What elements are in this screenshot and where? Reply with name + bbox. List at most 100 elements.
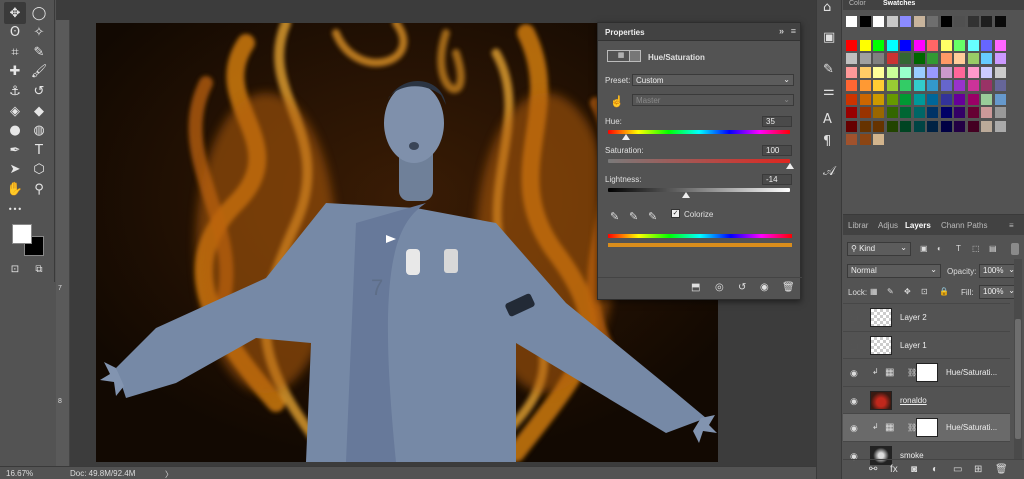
- layer-filter-kind[interactable]: ⚲ Kind ⌄: [847, 242, 911, 256]
- visibility-off-box[interactable]: ▢: [850, 341, 859, 352]
- color-swatch[interactable]: [927, 80, 938, 91]
- color-swatch[interactable]: [981, 107, 992, 118]
- properties-tab[interactable]: Properties » ≡: [598, 23, 800, 41]
- eye-icon[interactable]: ◉: [850, 423, 858, 434]
- layer-name[interactable]: Hue/Saturati...: [946, 423, 997, 432]
- color-swatch[interactable]: [954, 66, 965, 78]
- color-swatch[interactable]: [940, 120, 952, 132]
- tab-paths[interactable]: Paths: [967, 221, 987, 230]
- color-swatch[interactable]: [981, 53, 992, 64]
- layer-thumbnail[interactable]: [870, 335, 892, 355]
- filter-toggle[interactable]: [1011, 243, 1019, 255]
- paragraph-panel-icon[interactable]: ¶: [823, 134, 831, 149]
- layer-row[interactable]: ◉ ronaldo: [843, 385, 1010, 414]
- status-menu-arrow[interactable]: 〉: [165, 469, 173, 479]
- color-swatch[interactable]: [940, 53, 952, 64]
- new-layer-icon[interactable]: ⊞: [974, 464, 982, 475]
- color-swatch[interactable]: [994, 93, 1006, 105]
- color-swatch[interactable]: [846, 134, 857, 145]
- saturation-slider-thumb[interactable]: [786, 163, 794, 169]
- foreground-color-swatch[interactable]: [12, 224, 32, 244]
- color-swatch[interactable]: [927, 39, 938, 51]
- fill-input[interactable]: 100% ⌄: [979, 285, 1019, 299]
- color-swatch[interactable]: [981, 120, 992, 132]
- layer-name[interactable]: ronaldo: [900, 396, 927, 405]
- filter-adjustment-icon[interactable]: ◐: [937, 244, 942, 253]
- filter-smart-object-icon[interactable]: ▤: [989, 244, 997, 253]
- color-swatch[interactable]: [859, 80, 871, 91]
- layer-row[interactable]: ◉ ↲ ▦ ⛓ Hue/Saturati...: [843, 358, 1010, 386]
- color-swatch[interactable]: [994, 39, 1006, 51]
- layer-style-icon[interactable]: fx: [890, 464, 898, 475]
- color-swatch[interactable]: [846, 120, 857, 132]
- color-swatch[interactable]: [981, 39, 992, 51]
- color-swatch[interactable]: [900, 107, 911, 118]
- color-swatch[interactable]: [846, 80, 857, 91]
- channel-dropdown[interactable]: Master ⌄: [632, 94, 794, 106]
- tab-channels[interactable]: Chann: [941, 221, 965, 230]
- lock-position-icon[interactable]: ✥: [904, 287, 911, 296]
- color-swatch[interactable]: [873, 120, 884, 132]
- color-swatch[interactable]: [954, 16, 965, 27]
- color-swatch[interactable]: [859, 16, 871, 27]
- color-swatch[interactable]: [967, 93, 979, 105]
- color-swatch[interactable]: [873, 53, 884, 64]
- color-swatch[interactable]: [940, 66, 952, 78]
- layer-row[interactable]: ▢ Layer 2: [843, 303, 1010, 331]
- color-swatch[interactable]: [994, 66, 1006, 78]
- scrollbar-handle[interactable]: [1015, 319, 1021, 439]
- add-mask-icon[interactable]: ◙: [911, 464, 917, 475]
- tab-adjustments[interactable]: Adjus: [878, 221, 898, 230]
- layer-mask-thumbnail[interactable]: [916, 363, 938, 382]
- color-swatch[interactable]: [927, 53, 938, 64]
- color-swatch[interactable]: [900, 120, 911, 132]
- color-swatch[interactable]: [900, 80, 911, 91]
- lock-all-icon[interactable]: 🔒: [939, 287, 949, 296]
- eye-icon[interactable]: ◉: [850, 368, 858, 379]
- eye-icon[interactable]: ◉: [850, 396, 858, 407]
- color-swatch[interactable]: [954, 107, 965, 118]
- color-swatch[interactable]: [886, 39, 898, 51]
- color-swatch[interactable]: [886, 53, 898, 64]
- opacity-input[interactable]: 100% ⌄: [979, 264, 1019, 278]
- color-swatch[interactable]: [967, 39, 979, 51]
- color-swatch[interactable]: [900, 66, 911, 78]
- color-swatch[interactable]: [981, 66, 992, 78]
- screen-mode-icon[interactable]: ⧉: [28, 258, 50, 280]
- color-swatch[interactable]: [873, 16, 884, 27]
- zoom-level[interactable]: 16.67%: [6, 469, 33, 478]
- saturation-slider[interactable]: [608, 159, 790, 163]
- color-swatch[interactable]: [900, 16, 911, 27]
- color-swatch[interactable]: [859, 66, 871, 78]
- color-swatch[interactable]: [940, 80, 952, 91]
- lightness-input[interactable]: -14: [762, 174, 792, 185]
- color-swatch[interactable]: [913, 16, 925, 27]
- brush-settings-icon[interactable]: ⚌: [823, 84, 835, 99]
- color-swatch[interactable]: [846, 93, 857, 105]
- tab-libraries[interactable]: Librar: [848, 221, 868, 230]
- color-swatch[interactable]: [954, 80, 965, 91]
- color-swatch[interactable]: [954, 39, 965, 51]
- properties-panel-icon[interactable]: ▣: [823, 30, 835, 45]
- color-swatch[interactable]: [886, 120, 898, 132]
- color-swatch[interactable]: [900, 39, 911, 51]
- color-swatch[interactable]: [913, 39, 925, 51]
- filter-pixel-icon[interactable]: ▣: [920, 244, 928, 253]
- collapse-panel-icon[interactable]: »: [779, 26, 784, 36]
- brush-panel-icon[interactable]: ✎: [823, 62, 834, 77]
- color-swatch[interactable]: [859, 107, 871, 118]
- filter-type-icon[interactable]: T: [956, 244, 961, 253]
- color-swatch[interactable]: [967, 53, 979, 64]
- color-swatch[interactable]: [846, 16, 857, 27]
- color-swatch[interactable]: [967, 107, 979, 118]
- color-swatch[interactable]: [886, 93, 898, 105]
- color-swatch[interactable]: [859, 134, 871, 145]
- lock-image-icon[interactable]: ✎: [887, 287, 894, 296]
- tab-swatches[interactable]: Swatches: [883, 0, 915, 7]
- color-swatch[interactable]: [927, 66, 938, 78]
- color-swatch[interactable]: [967, 80, 979, 91]
- color-swatch[interactable]: [940, 107, 952, 118]
- color-swatch[interactable]: [940, 16, 952, 27]
- character-panel-icon[interactable]: A: [823, 112, 832, 127]
- color-swatch[interactable]: [954, 120, 965, 132]
